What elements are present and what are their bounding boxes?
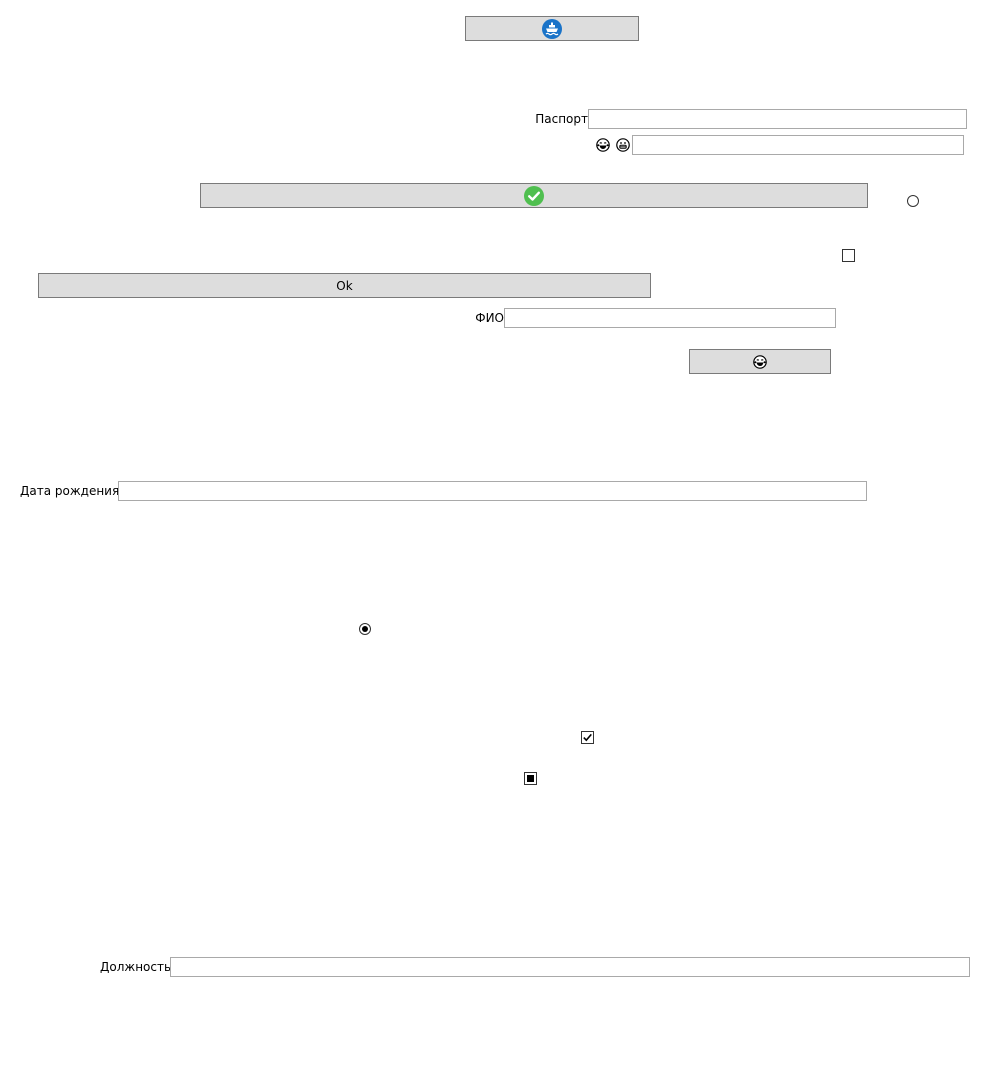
birth-date-label: Дата рождения [20,484,120,498]
confirm-button[interactable] [200,183,868,208]
radio-option-top[interactable] [907,195,919,207]
check-circle-icon [524,185,544,206]
fio-field[interactable] [504,308,836,328]
checkbox-checked[interactable] [581,731,594,744]
checkbox-indeterminate[interactable] [524,772,537,785]
laugh-tears-icon [753,354,767,369]
position-label: Должность [100,960,172,974]
ok-button[interactable]: Ok [38,273,651,298]
radio-dot [362,626,368,632]
emoji-label-group [596,137,630,153]
radio-option-selected[interactable] [359,623,371,635]
ship-button[interactable] [465,16,639,41]
laugh-button[interactable] [689,349,831,374]
indeterminate-mark [527,775,534,782]
grin-icon [616,138,630,152]
position-field[interactable] [170,957,970,977]
birth-date-field[interactable] [118,481,867,501]
emoji-field[interactable] [632,135,964,155]
checkbox-top[interactable] [842,249,855,262]
ship-icon [542,18,562,39]
fio-label: ФИО [475,311,504,325]
laugh-tears-icon [596,138,610,152]
ok-button-label: Ok [336,278,353,293]
checkmark-icon [583,733,592,742]
passport-label: Паспорт [535,112,588,126]
passport-field[interactable] [588,109,967,129]
